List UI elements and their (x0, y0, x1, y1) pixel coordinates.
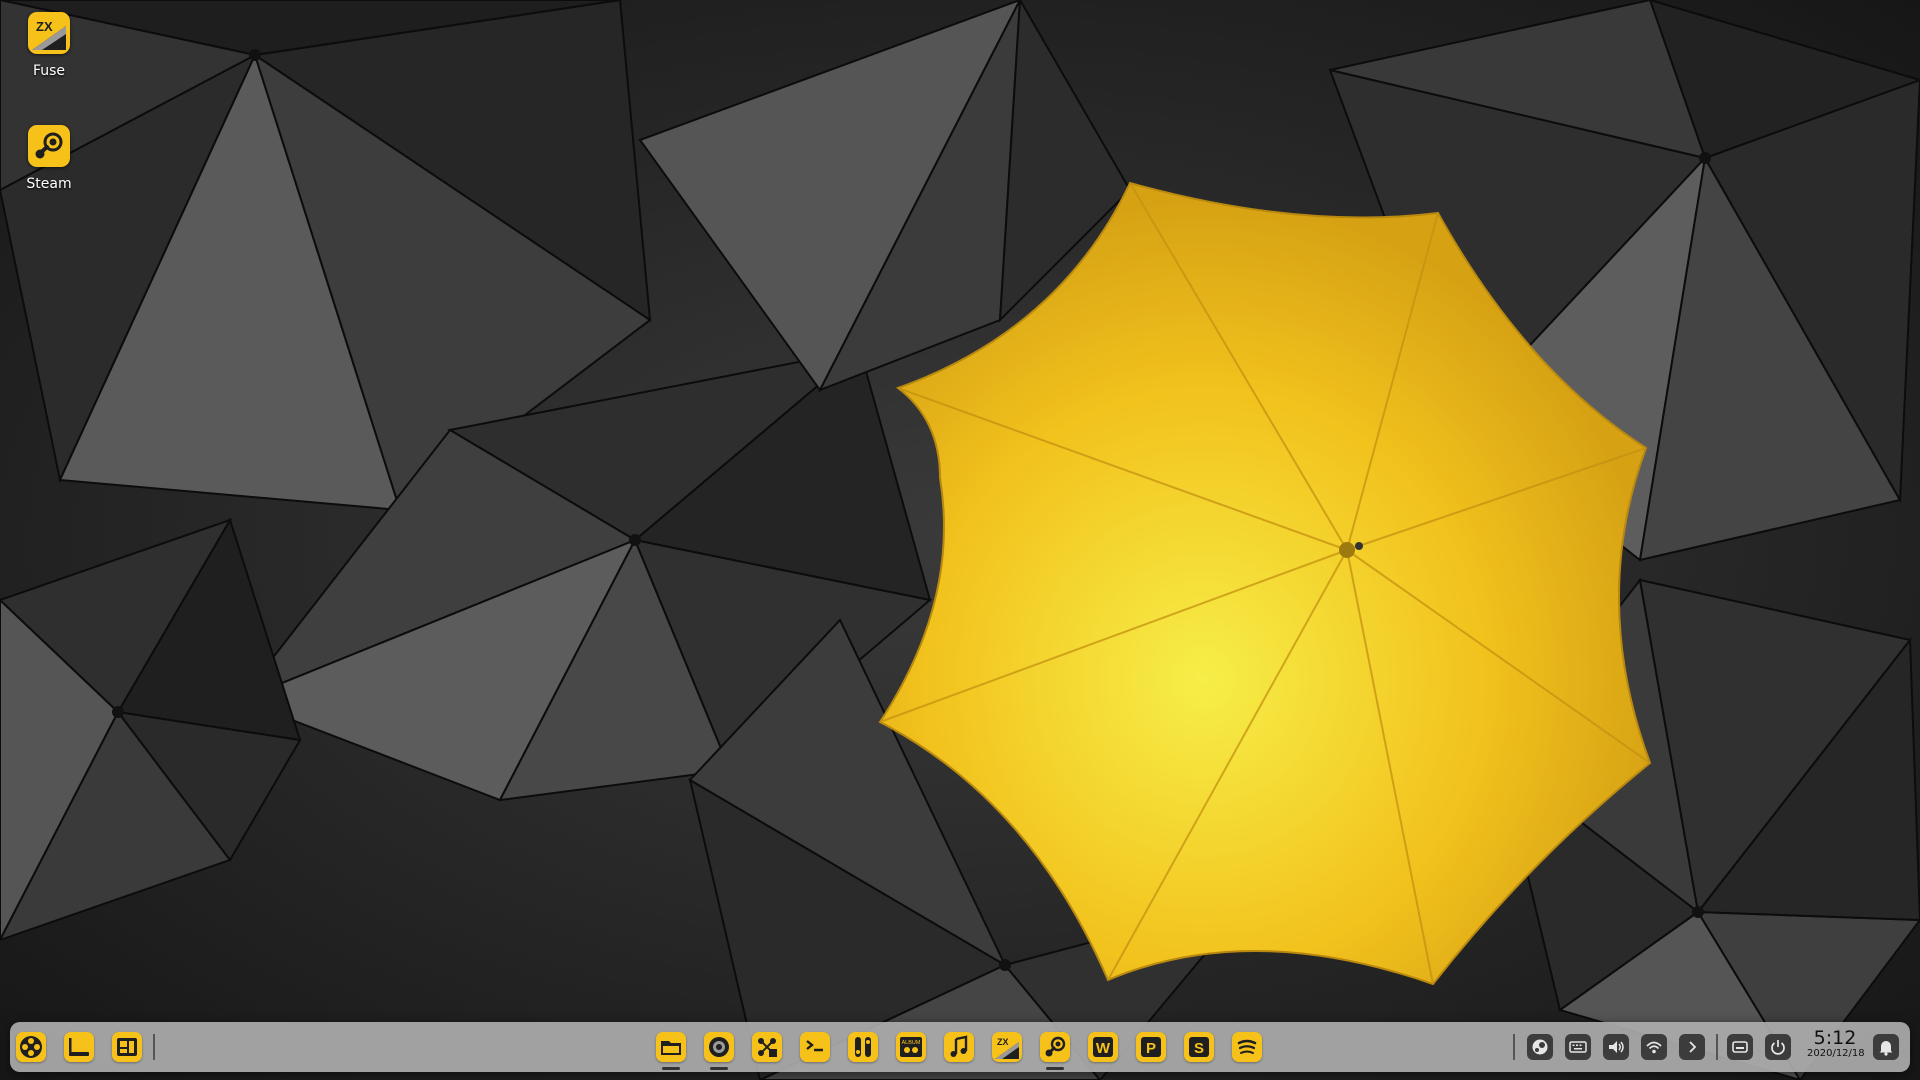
app-browser[interactable] (704, 1032, 734, 1062)
bell-icon (1879, 1041, 1893, 1056)
music-icon (950, 1035, 968, 1057)
expand-arrow-icon (1689, 1041, 1697, 1053)
tray-steam[interactable] (1527, 1034, 1553, 1060)
launcher-button[interactable] (16, 1032, 46, 1062)
show-desktop-button[interactable] (64, 1032, 94, 1062)
onscreen-keyboard-icon (1732, 1041, 1748, 1053)
taskbar-separator (153, 1034, 155, 1060)
fuse-icon-text: ZX (997, 1037, 1009, 1047)
taskbar-separator (1716, 1034, 1718, 1060)
steam-tray-icon (1532, 1039, 1548, 1055)
system-monitor-icon (758, 1038, 777, 1057)
desktop-icon-fuse[interactable]: ZX Fuse (1, 12, 97, 79)
keyboard-icon (1569, 1041, 1587, 1053)
running-indicator (710, 1067, 728, 1070)
svg-text:ZX: ZX (36, 19, 53, 34)
app-wps-writer[interactable]: W (1088, 1032, 1118, 1062)
file-manager-icon (661, 1041, 681, 1055)
wps-presentation-icon: P (1141, 1037, 1161, 1057)
desktop-icon-label: Steam (26, 176, 72, 192)
tray-onscreen-keyboard[interactable] (1727, 1034, 1753, 1060)
app-terminal[interactable] (800, 1032, 830, 1062)
wifi-icon (1646, 1041, 1662, 1054)
app-control-center[interactable] (848, 1032, 878, 1062)
control-center-icon (855, 1037, 871, 1057)
volume-icon (1609, 1041, 1624, 1053)
running-indicator (1046, 1067, 1064, 1070)
multitask-view-button[interactable] (112, 1032, 142, 1062)
multitask-view-icon (117, 1038, 137, 1056)
browser-icon (709, 1037, 729, 1057)
launcher-icon (20, 1036, 42, 1058)
power-icon (1771, 1040, 1785, 1055)
steam-icon (28, 125, 70, 167)
clock-time: 5:12 (1813, 1027, 1857, 1049)
desktop[interactable]: ZX Fuse Steam ALBUM ZX W P S 5:12 2020/1… (0, 0, 1920, 1080)
app-music[interactable] (944, 1032, 974, 1062)
desktop-icon-steam[interactable]: Steam (1, 125, 97, 192)
clock[interactable]: 5:12 2020/12/18 (1807, 1027, 1865, 1060)
taskbar: ALBUM ZX W P S 5:12 2020/12/18 (10, 1022, 1910, 1072)
clock-date: 2020/12/18 (1807, 1048, 1865, 1059)
show-desktop-icon (69, 1038, 89, 1056)
wps-writer-icon: W (1093, 1037, 1113, 1057)
spotify-icon (1237, 1039, 1257, 1054)
steam-icon (1045, 1036, 1066, 1057)
tray-volume[interactable] (1603, 1034, 1629, 1060)
tray-power[interactable] (1765, 1034, 1791, 1060)
tray-keyboard[interactable] (1565, 1034, 1591, 1060)
app-fuse[interactable]: ZX (992, 1032, 1022, 1062)
fuse-zx-icon: ZX (28, 12, 70, 54)
taskbar-separator (1513, 1034, 1515, 1060)
app-steam[interactable] (1040, 1032, 1070, 1062)
album-icon-text: ALBUM (902, 1040, 921, 1046)
tray-expand[interactable] (1679, 1034, 1705, 1060)
album-icon: ALBUM (900, 1037, 922, 1057)
desktop-icon-label: Fuse (32, 63, 66, 79)
wps-writer-icon-text: W (1096, 1040, 1111, 1057)
wps-spreadsheet-icon: S (1189, 1037, 1209, 1057)
app-album[interactable]: ALBUM (896, 1032, 926, 1062)
terminal-icon (806, 1040, 823, 1052)
app-spotify[interactable] (1232, 1032, 1262, 1062)
tray-network[interactable] (1641, 1034, 1667, 1060)
running-indicator (662, 1067, 680, 1070)
wps-spreadsheet-icon-text: S (1194, 1040, 1204, 1057)
fuse-zx-icon: ZX (995, 1037, 1019, 1059)
app-file-manager[interactable] (656, 1032, 686, 1062)
wps-presentation-icon-text: P (1146, 1040, 1156, 1057)
notification-button[interactable] (1873, 1034, 1899, 1060)
app-wps-presentation[interactable]: P (1136, 1032, 1166, 1062)
app-wps-spreadsheet[interactable]: S (1184, 1032, 1214, 1062)
app-system-monitor[interactable] (752, 1032, 782, 1062)
wallpaper-umbrellas (0, 0, 1920, 1080)
